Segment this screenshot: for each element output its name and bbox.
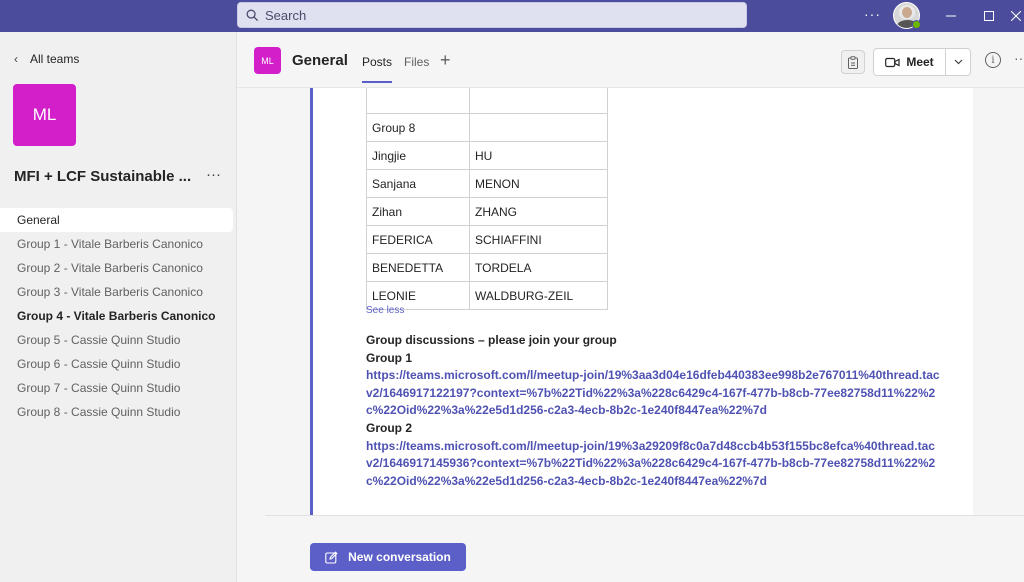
channel-item-group-7[interactable]: Group 7 - Cassie Quinn Studio — [0, 376, 233, 400]
team-avatar: ML — [13, 84, 76, 146]
channel-item-group-1[interactable]: Group 1 - Vitale Barberis Canonico — [0, 232, 233, 256]
last-name-cell — [469, 88, 608, 114]
last-name-cell: HU — [469, 141, 608, 170]
last-name-cell: ZHANG — [469, 197, 608, 226]
presence-available-icon — [912, 20, 921, 29]
settings-more-button[interactable]: ··· — [864, 6, 881, 22]
channel-title: General — [292, 52, 348, 69]
channel-team-avatar: ML — [254, 47, 281, 74]
search-icon — [246, 9, 259, 21]
channel-item-group-3[interactable]: Group 3 - Vitale Barberis Canonico — [0, 280, 233, 304]
maximize-icon — [984, 11, 994, 21]
team-more-options-button[interactable]: ··· — [206, 166, 221, 183]
last-name-cell: TORDELA — [469, 253, 608, 282]
maximize-button[interactable] — [979, 6, 999, 26]
last-name-cell: WALDBURG-ZEIL — [469, 281, 608, 310]
channel-item-group-5[interactable]: Group 5 - Cassie Quinn Studio — [0, 328, 233, 352]
meet-button[interactable]: Meet — [874, 49, 946, 75]
all-teams-label: All teams — [30, 52, 80, 66]
group-2-meeting-link[interactable]: https://teams.microsoft.com/l/meetup-joi… — [366, 438, 941, 491]
video-camera-icon — [885, 57, 900, 67]
chevron-left-icon: ‹ — [14, 52, 18, 66]
compose-icon — [325, 550, 338, 564]
channel-info-button[interactable]: i — [985, 52, 1001, 68]
table-row: FEDERICA SCHIAFFINI — [366, 225, 608, 254]
clipboard-button[interactable] — [841, 50, 865, 74]
last-name-cell — [469, 113, 608, 142]
meet-label: Meet — [906, 55, 934, 69]
chevron-down-icon — [954, 59, 962, 65]
channel-header: ML General Posts Files + Meet i ·· — [237, 32, 1024, 88]
channel-list: General Group 1 - Vitale Barberis Canoni… — [0, 208, 233, 424]
add-tab-button[interactable]: + — [440, 50, 451, 71]
meet-options-button[interactable] — [946, 59, 970, 65]
search-box[interactable]: Search — [237, 2, 747, 28]
post-message: Group discussions – please join your gro… — [366, 332, 941, 490]
title-bar: Search ··· — [0, 0, 1024, 32]
discussion-heading: Group discussions – please join your gro… — [366, 333, 617, 347]
all-teams-link[interactable]: ‹ All teams — [14, 52, 79, 66]
posts-area: Group 8 Jingjie HU Sanjana MENON Zihan ZHANG FE… — [237, 88, 1024, 582]
first-name-cell: Zihan — [366, 197, 470, 226]
first-name-cell: FEDERICA — [366, 225, 470, 254]
close-button[interactable] — [1006, 6, 1024, 26]
group-1-label: Group 1 — [366, 350, 413, 365]
group-2-label: Group 2 — [366, 420, 413, 435]
table-row: Zihan ZHANG — [366, 197, 608, 226]
minimize-icon — [946, 15, 956, 17]
first-name-cell: Group 8 — [366, 113, 470, 142]
meet-split-button: Meet — [873, 48, 971, 76]
table-row: BENEDETTA TORDELA — [366, 253, 608, 282]
team-sidebar: ‹ All teams ML MFI + LCF Sustainable ...… — [0, 32, 237, 582]
channel-item-general[interactable]: General — [0, 208, 233, 232]
channel-item-group-2[interactable]: Group 2 - Vitale Barberis Canonico — [0, 256, 233, 280]
team-name[interactable]: MFI + LCF Sustainable ... — [14, 168, 199, 185]
channel-item-group-4[interactable]: Group 4 - Vitale Barberis Canonico — [0, 304, 233, 328]
first-name-cell: BENEDETTA — [366, 253, 470, 282]
table-row — [366, 88, 608, 114]
new-conversation-label: New conversation — [348, 550, 451, 564]
minimize-button[interactable] — [941, 6, 961, 26]
tab-files[interactable]: Files — [404, 55, 429, 69]
first-name-cell: Sanjana — [366, 169, 470, 198]
last-name-cell: SCHIAFFINI — [469, 225, 608, 254]
tab-posts[interactable]: Posts — [362, 55, 393, 83]
channel-item-group-8[interactable]: Group 8 - Cassie Quinn Studio — [0, 400, 233, 424]
group-members-table: Group 8 Jingjie HU Sanjana MENON Zihan ZHANG FE… — [366, 88, 608, 310]
first-name-cell — [366, 88, 470, 114]
first-name-cell: Jingjie — [366, 141, 470, 170]
clipboard-icon — [848, 55, 858, 69]
see-less-link[interactable]: See less — [366, 305, 404, 316]
post-card: Group 8 Jingjie HU Sanjana MENON Zihan ZHANG FE… — [310, 88, 973, 516]
composer-divider — [265, 515, 1024, 516]
channel-item-group-6[interactable]: Group 6 - Cassie Quinn Studio — [0, 352, 233, 376]
group-1-meeting-link[interactable]: https://teams.microsoft.com/l/meetup-joi… — [366, 367, 941, 420]
channel-more-options-button[interactable]: ·· — [1014, 50, 1023, 66]
table-row: Sanjana MENON — [366, 169, 608, 198]
search-placeholder: Search — [265, 7, 307, 23]
table-row: Group 8 — [366, 113, 608, 142]
new-conversation-button[interactable]: New conversation — [310, 543, 466, 571]
last-name-cell: MENON — [469, 169, 608, 198]
close-icon — [1011, 11, 1021, 21]
table-row: Jingjie HU — [366, 141, 608, 170]
